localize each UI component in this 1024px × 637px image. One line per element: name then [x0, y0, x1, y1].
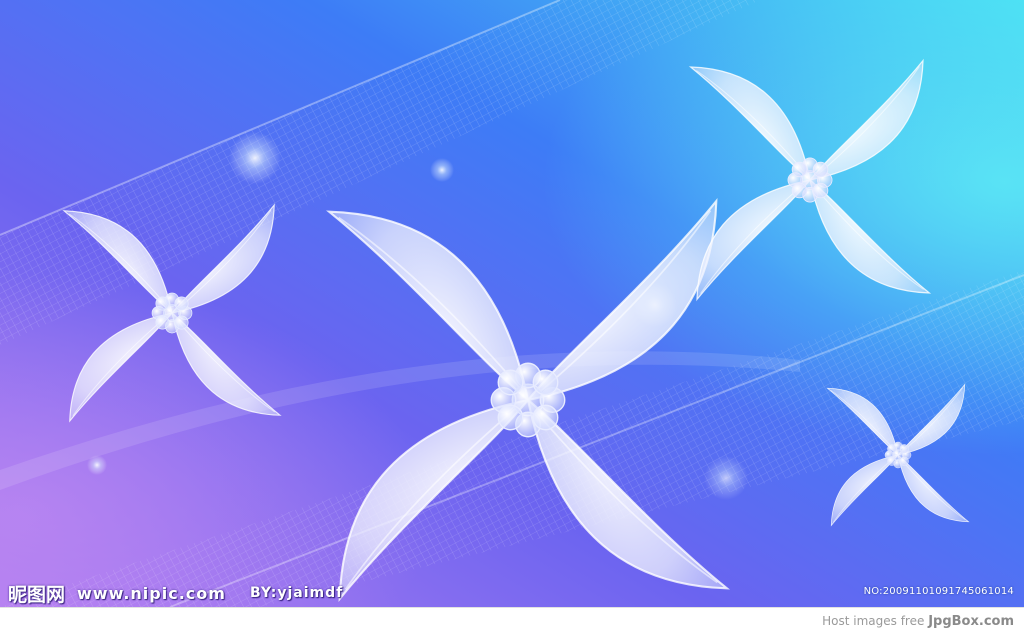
watermark-serial: NO:20091101091745061014 — [863, 586, 1014, 597]
watermark-logo: 昵图网 — [8, 583, 66, 606]
wallpaper-image: 昵图网 www.nipic.com BY:yjaimdf NO:20091101… — [0, 0, 1024, 607]
host-footer: Host images free JpgBox.com — [0, 607, 1024, 637]
footer-credit[interactable]: Host images free JpgBox.com — [822, 614, 1014, 629]
footer-brand-link[interactable]: JpgBox.com — [928, 614, 1014, 629]
bokeh-light — [704, 456, 748, 500]
watermark-url: www.nipic.com — [77, 583, 226, 603]
flower-artwork — [0, 0, 1024, 607]
bokeh-light — [229, 132, 281, 184]
footer-prefix: Host images free — [822, 614, 925, 628]
bokeh-light — [87, 455, 107, 475]
watermark-author: BY:yjaimdf — [249, 585, 344, 601]
watermark-left: 昵图网 www.nipic.com BY:yjaimdf — [8, 580, 343, 606]
bokeh-light — [430, 158, 454, 182]
